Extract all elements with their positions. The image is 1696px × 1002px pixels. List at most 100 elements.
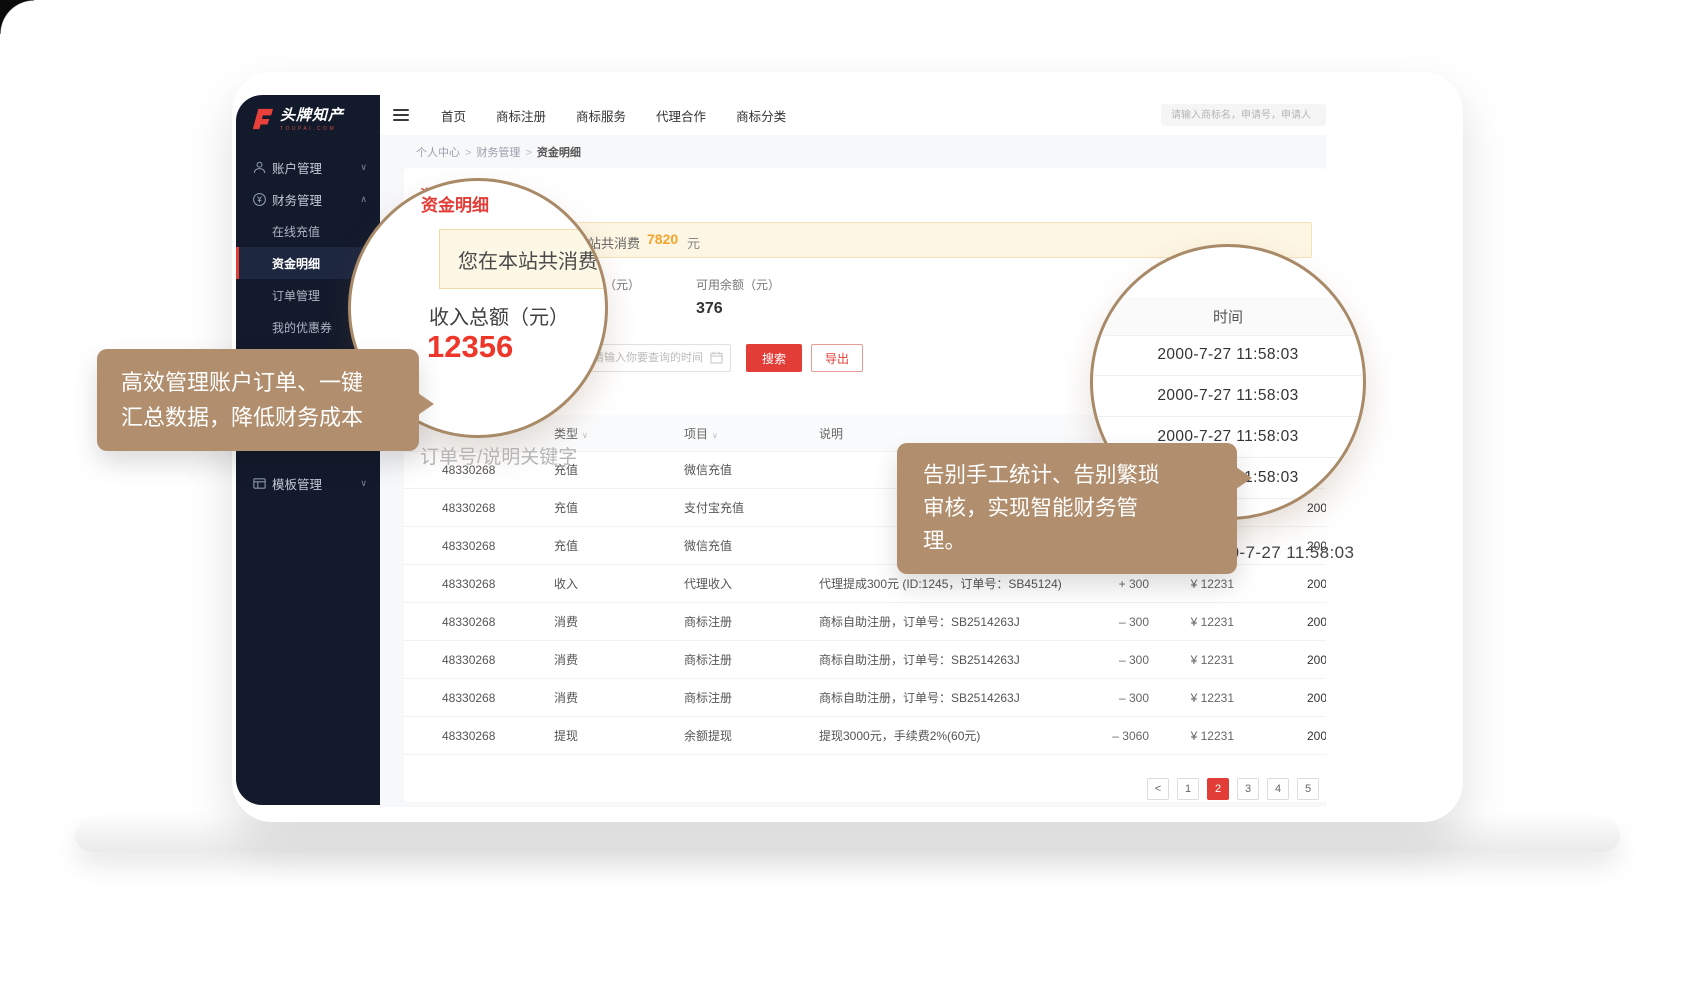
cell-project: 商标注册	[684, 613, 819, 630]
nav-item-2[interactable]: 商标服务	[576, 106, 626, 125]
logo[interactable]: 头牌知产 TOUPAI.COM	[236, 95, 380, 147]
date-input[interactable]	[584, 344, 731, 372]
chevron-down-icon: ∨	[360, 162, 367, 173]
cell-project: 商标注册	[684, 651, 819, 668]
magnified-income-value: 12356	[427, 329, 513, 365]
stat-balance: 可用余额（元） 376	[696, 276, 780, 318]
table-row: 48330268提现余额提现提现3000元，手续费2%(60元)– 3060¥ …	[404, 717, 1326, 755]
cell-project: 商标注册	[684, 689, 819, 706]
pagination-page-1[interactable]: 1	[1177, 778, 1199, 800]
magnified-time-header: 时间	[1093, 297, 1363, 336]
breadcrumb-item-0[interactable]: 个人中心	[416, 147, 460, 159]
cell-project: 代理收入	[684, 575, 819, 592]
cell-balance: ¥ 12231	[1149, 615, 1234, 629]
breadcrumb: 个人中心 > 财务管理 > 资金明细	[416, 144, 581, 160]
nav-item-1[interactable]: 商标注册	[496, 106, 546, 125]
cell-order: 48330268	[404, 539, 554, 553]
brand-tagline: TOUPAI.COM	[280, 126, 344, 132]
column-header-type[interactable]: 类型∨	[554, 425, 684, 442]
cell-order: 48330268	[404, 501, 554, 515]
cell-project: 微信充值	[684, 537, 819, 554]
sort-caret-icon: ∨	[582, 431, 588, 440]
hamburger-menu-icon[interactable]	[393, 106, 409, 124]
sidebar-item-label: 在线充值	[272, 223, 320, 240]
pagination-prev[interactable]: <	[1147, 778, 1169, 800]
cell-type: 提现	[554, 727, 684, 744]
nav-item-3[interactable]: 代理合作	[656, 106, 706, 125]
cell-time: 2000-7-27 11:58:03	[1234, 691, 1326, 705]
cell-desc: 代理提成300元 (ID:1245，订单号：SB45124)	[819, 575, 1099, 592]
artwork-corner	[0, 0, 34, 34]
cell-time: 2000-7-27 11:58:03	[1234, 729, 1326, 743]
sidebar-item-recharge[interactable]: 在线充值	[236, 215, 380, 247]
sidebar-item-label: 账户管理	[272, 158, 322, 177]
cell-type: 充值	[554, 537, 684, 554]
finance-icon	[252, 192, 267, 207]
cell-amount: – 300	[1099, 653, 1149, 667]
column-header-project[interactable]: 项目∨	[684, 425, 819, 442]
cell-desc: 商标自助注册，订单号：SB2514263J	[819, 651, 1099, 668]
breadcrumb-item-1[interactable]: 财务管理	[476, 147, 520, 159]
stat-balance-value: 376	[696, 300, 780, 318]
brand-name: 头牌知产	[280, 107, 344, 124]
cell-type: 消费	[554, 613, 684, 630]
table-row: 48330268消费商标注册商标自助注册，订单号：SB2514263J– 300…	[404, 641, 1326, 679]
cell-amount: – 3060	[1099, 729, 1149, 743]
callout-left-arrow	[418, 393, 434, 415]
column-header-desc: 说明	[819, 425, 1099, 442]
cell-time: 2000-7-27 11:58:03	[1234, 615, 1326, 629]
cell-type: 消费	[554, 651, 684, 668]
magnified-time-row: 2000-7-27 11:58:03	[1093, 376, 1363, 417]
banner-amount: 7820	[647, 231, 678, 247]
export-button[interactable]: 导出	[811, 344, 863, 372]
cell-order: 48330268	[404, 577, 554, 591]
cell-amount: – 300	[1099, 691, 1149, 705]
search-button[interactable]: 搜索	[746, 344, 802, 372]
pagination-page-2[interactable]: 2	[1207, 778, 1229, 800]
magnified-keyword-placeholder: 订单号/说明关键字	[420, 442, 577, 469]
pagination: <12345	[1147, 778, 1319, 800]
breadcrumb-item-2: 资金明细	[537, 147, 581, 159]
stat-balance-label: 可用余额（元）	[696, 276, 780, 293]
cell-balance: ¥ 12231	[1149, 653, 1234, 667]
cell-amount: – 300	[1099, 615, 1149, 629]
sidebar-item-label: 财务管理	[272, 190, 322, 209]
template-icon	[252, 476, 267, 491]
cell-desc: 商标自助注册，订单号：SB2514263J	[819, 689, 1099, 706]
chevron-up-icon: ∧	[360, 194, 367, 205]
callout-left-text: 高效管理账户订单、一键 汇总数据，降低财务成本	[121, 370, 363, 430]
user-icon	[252, 160, 267, 175]
sidebar-item-finance[interactable]: 财务管理 ∧	[236, 183, 380, 215]
cell-project: 余额提现	[684, 727, 819, 744]
magnified-banner: 您在本站共消费 32124	[439, 229, 608, 289]
cell-time: 2000-7-27 11:58:03	[1234, 577, 1326, 591]
main-nav: 首页 商标注册 商标服务 代理合作 商标分类	[441, 106, 786, 125]
pagination-page-5[interactable]: 5	[1297, 778, 1319, 800]
cell-time: 2000-7-27 11:58:03	[1234, 653, 1326, 667]
pagination-page-4[interactable]: 4	[1267, 778, 1289, 800]
breadcrumb-separator: >	[465, 147, 471, 159]
sort-caret-icon: ∨	[712, 431, 718, 440]
sidebar-item-account[interactable]: 账户管理 ∨	[236, 151, 380, 183]
table-row: 48330268消费商标注册商标自助注册，订单号：SB2514263J– 300…	[404, 679, 1326, 717]
cell-order: 48330268	[404, 615, 554, 629]
magnified-income-label: 收入总额（元）	[429, 301, 569, 330]
breadcrumb-separator: >	[525, 147, 531, 159]
pagination-page-3[interactable]: 3	[1237, 778, 1259, 800]
banner-unit: 元	[687, 233, 700, 252]
nav-item-0[interactable]: 首页	[441, 106, 466, 125]
nav-item-4[interactable]: 商标分类	[736, 106, 786, 125]
table-row: 48330268消费商标注册商标自助注册，订单号：SB2514263J– 300…	[404, 603, 1326, 641]
cell-balance: ¥ 12231	[1149, 577, 1234, 591]
cell-desc: 商标自助注册，订单号：SB2514263J	[819, 613, 1099, 630]
sidebar-item-label: 订单管理	[272, 287, 320, 304]
magnified-banner-text: 您在本站共消费	[458, 245, 598, 274]
sidebar-item-label: 模板管理	[272, 474, 322, 493]
cell-order: 48330268	[404, 729, 554, 743]
cell-project: 支付宝充值	[684, 499, 819, 516]
callout-right-text: 告别手工统计、告别繁琐 审核，实现智能财务管 理。	[923, 463, 1160, 553]
cell-type: 消费	[554, 689, 684, 706]
sidebar-item-label: 我的优惠券	[272, 319, 332, 336]
sidebar-item-template[interactable]: 模板管理∨	[236, 467, 380, 499]
trademark-search-input[interactable]	[1161, 104, 1326, 126]
